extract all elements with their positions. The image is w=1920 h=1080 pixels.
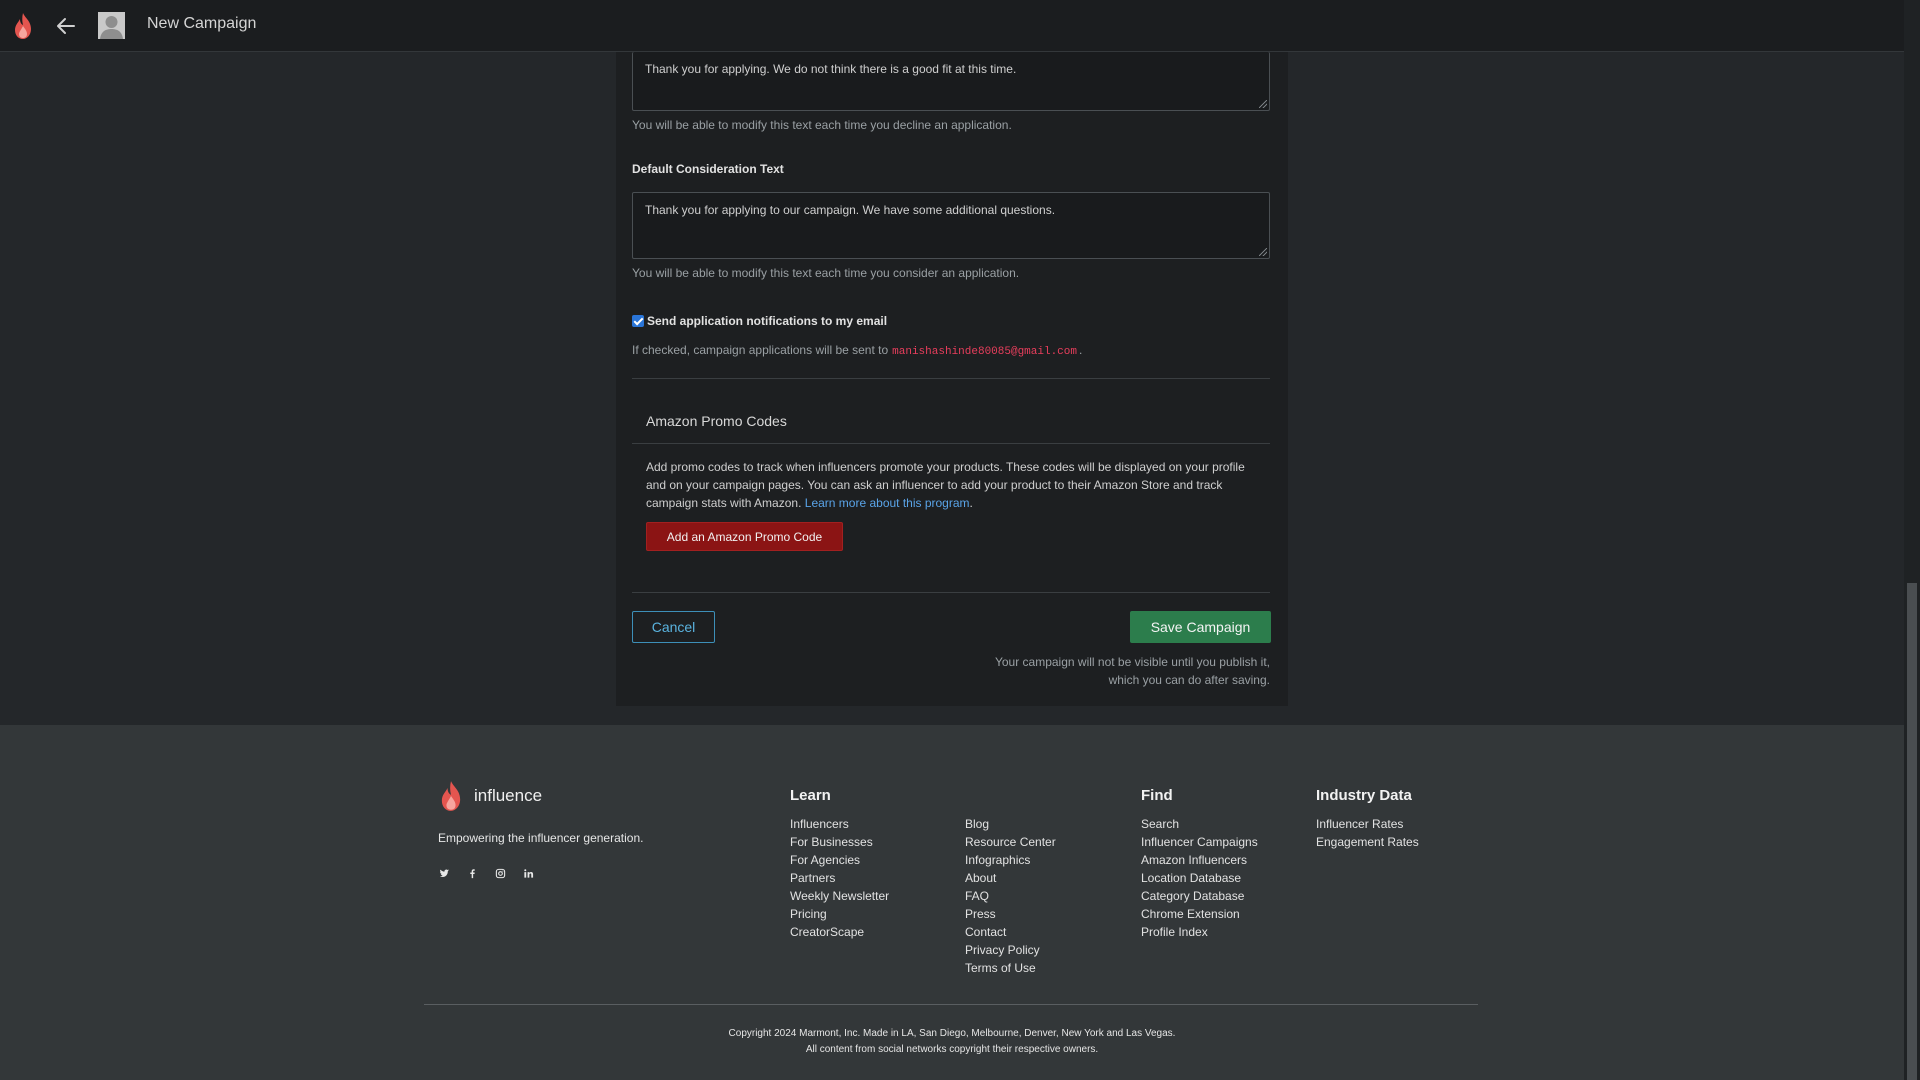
resize-handle-icon[interactable] [1259, 100, 1267, 108]
footer-link[interactable]: FAQ [965, 887, 1056, 905]
consideration-label: Default Consideration Text [632, 162, 784, 176]
footer-learn-column: Learn Influencers For Businesses For Age… [790, 787, 889, 941]
footer-link[interactable]: Profile Index [1141, 923, 1258, 941]
consideration-text-value: Thank you for applying to our campaign. … [645, 203, 1056, 217]
footer-brand-name: influence [474, 786, 543, 805]
footer-link[interactable]: Influencer Rates [1316, 815, 1419, 833]
footer-link[interactable]: Infographics [965, 851, 1056, 869]
save-note-line2: which you can do after saving. [1108, 673, 1270, 687]
learn-more-link[interactable]: Learn more about this program [805, 496, 970, 510]
footer [0, 725, 1904, 1080]
page-title: New Campaign [147, 15, 257, 32]
linkedin-icon[interactable] [522, 867, 534, 879]
footer-link[interactable]: Search [1141, 815, 1258, 833]
promo-link-suffix: . [969, 496, 973, 510]
footer-link[interactable]: Press [965, 905, 1056, 923]
add-promo-code-button[interactable]: Add an Amazon Promo Code [646, 522, 843, 551]
notification-email: manishashinde80085@gmail.com [892, 346, 1077, 358]
footer-column-spacer [965, 787, 1056, 805]
decline-text-field[interactable]: Thank you for applying. We do not think … [632, 52, 1270, 111]
footer-link[interactable]: Influencer Campaigns [1141, 833, 1258, 851]
footer-learn-title: Learn [790, 787, 831, 804]
section-divider [632, 378, 1270, 379]
footer-link[interactable]: Privacy Policy [965, 941, 1056, 959]
footer-industry-column: Industry Data Influencer Rates Engagemen… [1316, 787, 1419, 851]
campaign-form-card [616, 52, 1288, 706]
copyright-line-2: All content from social networks copyrig… [805, 1044, 1099, 1055]
user-silhouette-icon [100, 16, 123, 39]
flame-logo-icon [441, 781, 461, 811]
instagram-icon[interactable] [494, 867, 506, 879]
footer-find-title: Find [1141, 787, 1173, 804]
twitter-icon[interactable] [438, 867, 450, 879]
footer-industry-title: Industry Data [1316, 787, 1412, 804]
footer-link[interactable]: Influencers [790, 815, 889, 833]
decline-help-text: You will be able to modify this text eac… [632, 118, 1012, 132]
consideration-text-field[interactable]: Thank you for applying to our campaign. … [632, 192, 1270, 259]
footer-link[interactable]: Chrome Extension [1141, 905, 1258, 923]
footer-link[interactable]: Contact [965, 923, 1056, 941]
notification-suffix: . [1079, 343, 1083, 357]
footer-link[interactable]: Location Database [1141, 869, 1258, 887]
back-arrow-icon[interactable] [54, 14, 78, 38]
notification-checkbox-row[interactable]: Send application notifications to my ema… [632, 314, 887, 328]
footer-link[interactable]: Blog [965, 815, 1056, 833]
top-bar: New Campaign [0, 0, 1904, 52]
footer-brand[interactable]: influence [438, 780, 542, 812]
flame-logo-icon[interactable] [12, 12, 34, 40]
copyright-line-1: Copyright 2024 Marmont, Inc. Made in LA,… [728, 1028, 1176, 1039]
save-note: Your campaign will not be visible until … [950, 653, 1270, 689]
notification-help-text: If checked, campaign applications will b… [632, 343, 1082, 358]
save-note-line1: Your campaign will not be visible until … [994, 655, 1270, 669]
footer-link[interactable]: About [965, 869, 1056, 887]
consideration-help-text: You will be able to modify this text eac… [632, 266, 1020, 280]
footer-link[interactable]: Pricing [790, 905, 889, 923]
scrollbar-thumb[interactable] [1907, 583, 1917, 1080]
footer-link[interactable]: Partners [790, 869, 889, 887]
footer-link[interactable]: Engagement Rates [1316, 833, 1419, 851]
footer-tagline: Empowering the influencer generation. [438, 831, 644, 845]
notification-checkbox[interactable] [632, 315, 644, 327]
promo-section-title: Amazon Promo Codes [646, 413, 787, 429]
cancel-button[interactable]: Cancel [632, 611, 715, 643]
decline-text-value: Thank you for applying. We do not think … [645, 62, 1017, 76]
page-scrollbar[interactable] [1904, 0, 1920, 1080]
footer-link[interactable]: Terms of Use [965, 959, 1056, 977]
actions-divider [632, 592, 1270, 593]
avatar[interactable] [98, 12, 125, 39]
facebook-icon[interactable] [466, 867, 478, 879]
footer-divider [424, 1004, 1478, 1005]
footer-link[interactable]: CreatorScape [790, 923, 889, 941]
footer-find-column: Find Search Influencer Campaigns Amazon … [1141, 787, 1258, 941]
footer-learn-column-2: Blog Resource Center Infographics About … [965, 787, 1056, 977]
save-campaign-button[interactable]: Save Campaign [1130, 611, 1271, 643]
notification-prefix: If checked, campaign applications will b… [632, 343, 889, 357]
footer-link[interactable]: For Businesses [790, 833, 889, 851]
footer-link[interactable]: For Agencies [790, 851, 889, 869]
footer-link[interactable]: Weekly Newsletter [790, 887, 889, 905]
social-links [438, 867, 534, 879]
promo-header-divider [632, 443, 1270, 444]
footer-link[interactable]: Resource Center [965, 833, 1056, 851]
footer-link[interactable]: Amazon Influencers [1141, 851, 1258, 869]
promo-description: Add promo codes to track when influencer… [646, 458, 1256, 512]
resize-handle-icon[interactable] [1259, 248, 1267, 256]
notification-checkbox-label[interactable]: Send application notifications to my ema… [647, 314, 887, 328]
footer-link[interactable]: Category Database [1141, 887, 1258, 905]
